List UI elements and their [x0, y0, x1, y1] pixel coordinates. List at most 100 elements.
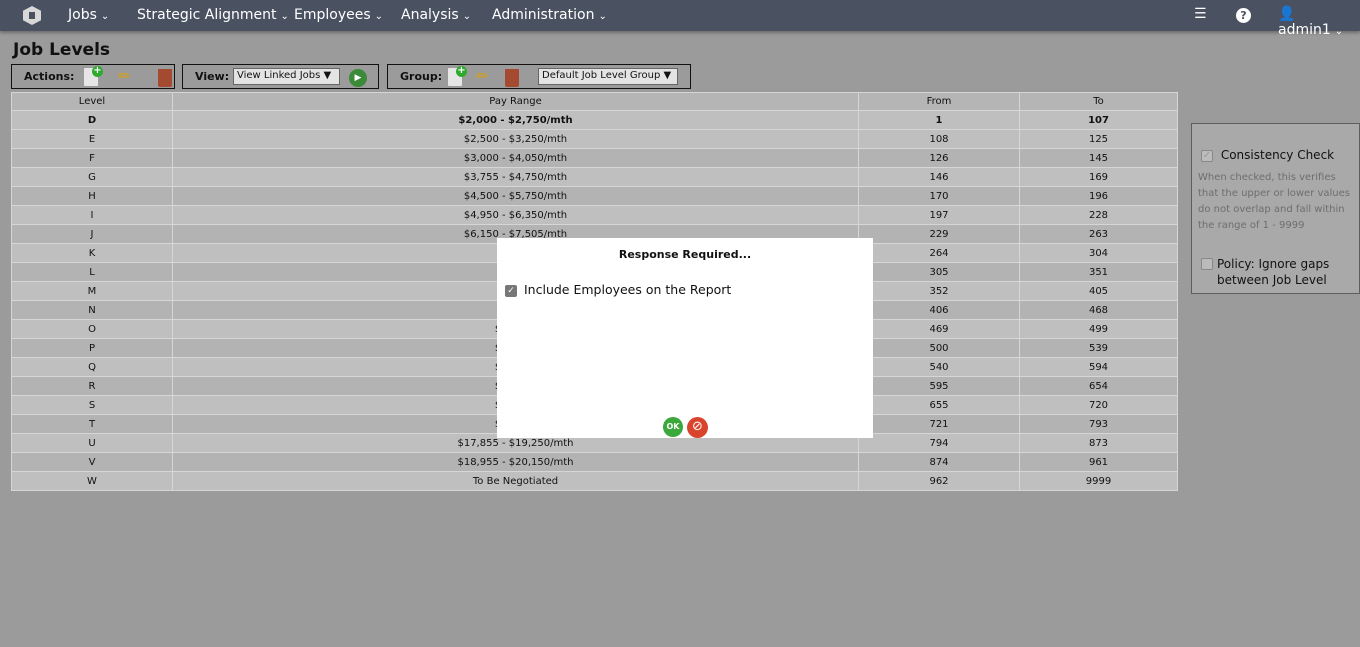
- chevron-down-icon: ⌄: [1334, 26, 1344, 37]
- header-level[interactable]: Level: [11, 92, 173, 111]
- cell-level: J: [11, 224, 173, 244]
- cell-to: 351: [1019, 262, 1178, 282]
- cell-to: 793: [1019, 414, 1178, 434]
- chevron-down-icon: ⌄: [280, 11, 289, 22]
- settings-sliders-icon[interactable]: ☰: [1194, 6, 1207, 22]
- header-pay-range[interactable]: Pay Range: [172, 92, 859, 111]
- group-select-value: Default Job Level Group: [542, 70, 661, 81]
- chevron-down-icon: ⌄: [462, 11, 472, 22]
- cell-from: 170: [858, 186, 1020, 206]
- table-row[interactable]: G $3,755 - $4,750/mth 146 169: [11, 167, 1178, 187]
- consistency-panel: ✓ Consistency Check When checked, this v…: [1191, 123, 1360, 294]
- policy-label: Policy: Ignore gaps between Job Level: [1217, 257, 1330, 287]
- view-select[interactable]: View Linked Jobs ▼: [233, 68, 340, 85]
- edit-pencil-icon[interactable]: ✏: [118, 67, 138, 88]
- cell-from: 406: [858, 300, 1020, 320]
- cancel-icon: ⊘: [692, 419, 703, 434]
- include-employees-label: Include Employees on the Report: [523, 282, 732, 297]
- user-icon: 👤: [1278, 6, 1296, 22]
- consistency-label: Consistency Check: [1220, 148, 1335, 162]
- view-toolbar: View: View Linked Jobs ▼ ▶: [182, 64, 379, 89]
- consistency-checkbox[interactable]: ✓: [1201, 149, 1213, 162]
- cell-level: E: [11, 129, 173, 149]
- cell-pay-range: $4,500 - $5,750/mth: [172, 186, 859, 206]
- cell-to: 594: [1019, 357, 1178, 377]
- cell-from: 352: [858, 281, 1020, 301]
- consistency-check-option[interactable]: ✓ Consistency Check: [1201, 148, 1334, 162]
- nav-analysis[interactable]: Analysis ⌄: [401, 7, 471, 23]
- cell-level: G: [11, 167, 173, 187]
- delete-group-trash-icon[interactable]: [505, 69, 519, 87]
- group-select[interactable]: Default Job Level Group ▼: [538, 68, 678, 85]
- table-row[interactable]: H $4,500 - $5,750/mth 170 196: [11, 186, 1178, 206]
- cell-level: W: [11, 471, 173, 491]
- cell-from: 264: [858, 243, 1020, 263]
- cell-to: 169: [1019, 167, 1178, 187]
- cell-level: P: [11, 338, 173, 358]
- policy-checkbox[interactable]: [1201, 258, 1213, 270]
- cell-from: 126: [858, 148, 1020, 168]
- cell-pay-range: $3,000 - $4,050/mth: [172, 148, 859, 168]
- table-row[interactable]: I $4,950 - $6,350/mth 197 228: [11, 205, 1178, 225]
- nav-label: Analysis: [401, 7, 459, 23]
- cell-from: 655: [858, 395, 1020, 415]
- cell-to: 263: [1019, 224, 1178, 244]
- view-label: View:: [195, 70, 230, 83]
- cell-level: I: [11, 205, 173, 225]
- table-row[interactable]: W To Be Negotiated 962 9999: [11, 471, 1178, 491]
- app-logo[interactable]: [23, 6, 41, 25]
- table-row[interactable]: F $3,000 - $4,050/mth 126 145: [11, 148, 1178, 168]
- nav-strategic-alignment[interactable]: Strategic Alignment ⌄: [137, 7, 289, 23]
- cell-to: 539: [1019, 338, 1178, 358]
- cell-from: 500: [858, 338, 1020, 358]
- cell-from: 469: [858, 319, 1020, 339]
- cell-to: 145: [1019, 148, 1178, 168]
- nav-jobs[interactable]: Jobs ⌄: [68, 7, 109, 23]
- cell-from: 229: [858, 224, 1020, 244]
- nav-employees[interactable]: Employees ⌄: [294, 7, 383, 23]
- cell-from: 197: [858, 205, 1020, 225]
- go-play-icon[interactable]: ▶: [349, 69, 367, 87]
- cancel-button[interactable]: ⊘: [687, 417, 708, 438]
- group-toolbar: Group: + ✏ Default Job Level Group ▼: [387, 64, 691, 89]
- delete-trash-icon[interactable]: [158, 69, 172, 87]
- cell-to: 654: [1019, 376, 1178, 396]
- cell-to: 873: [1019, 433, 1178, 453]
- cell-to: 125: [1019, 129, 1178, 149]
- include-employees-option[interactable]: ✓ Include Employees on the Report: [505, 282, 731, 297]
- group-label: Group:: [400, 70, 443, 83]
- cell-level: V: [11, 452, 173, 472]
- cell-to: 720: [1019, 395, 1178, 415]
- cell-to: 196: [1019, 186, 1178, 206]
- help-icon[interactable]: ?: [1236, 8, 1251, 23]
- cell-to: 107: [1019, 110, 1178, 130]
- table-row[interactable]: D $2,000 - $2,750/mth 1 107: [11, 110, 1178, 130]
- nav-label: Administration: [492, 7, 595, 23]
- view-select-value: View Linked Jobs: [237, 70, 321, 81]
- add-group-icon[interactable]: +: [448, 66, 467, 86]
- table-row[interactable]: V $18,955 - $20,150/mth 874 961: [11, 452, 1178, 472]
- ok-button[interactable]: OK: [663, 417, 683, 437]
- actions-toolbar: Actions: + ✏: [11, 64, 175, 89]
- cell-level: T: [11, 414, 173, 434]
- nav-label: Jobs: [68, 7, 97, 23]
- nav-administration[interactable]: Administration ⌄: [492, 7, 607, 23]
- table-row[interactable]: E $2,500 - $3,250/mth 108 125: [11, 129, 1178, 149]
- cell-from: 1: [858, 110, 1020, 130]
- cell-level: L: [11, 262, 173, 282]
- add-icon[interactable]: +: [84, 66, 103, 86]
- cell-to: 405: [1019, 281, 1178, 301]
- user-menu[interactable]: 👤 admin1 ⌄: [1278, 6, 1360, 38]
- cell-pay-range: $2,000 - $2,750/mth: [172, 110, 859, 130]
- cell-from: 962: [858, 471, 1020, 491]
- header-from[interactable]: From: [858, 92, 1020, 111]
- edit-group-pencil-icon[interactable]: ✏: [476, 67, 496, 88]
- cell-to: 304: [1019, 243, 1178, 263]
- header-to[interactable]: To: [1019, 92, 1178, 111]
- policy-option[interactable]: Policy: Ignore gaps between Job Level: [1201, 256, 1351, 288]
- cell-from: 146: [858, 167, 1020, 187]
- cell-pay-range: $18,955 - $20,150/mth: [172, 452, 859, 472]
- include-employees-checkbox[interactable]: ✓: [505, 284, 517, 297]
- cell-level: Q: [11, 357, 173, 377]
- cell-to: 468: [1019, 300, 1178, 320]
